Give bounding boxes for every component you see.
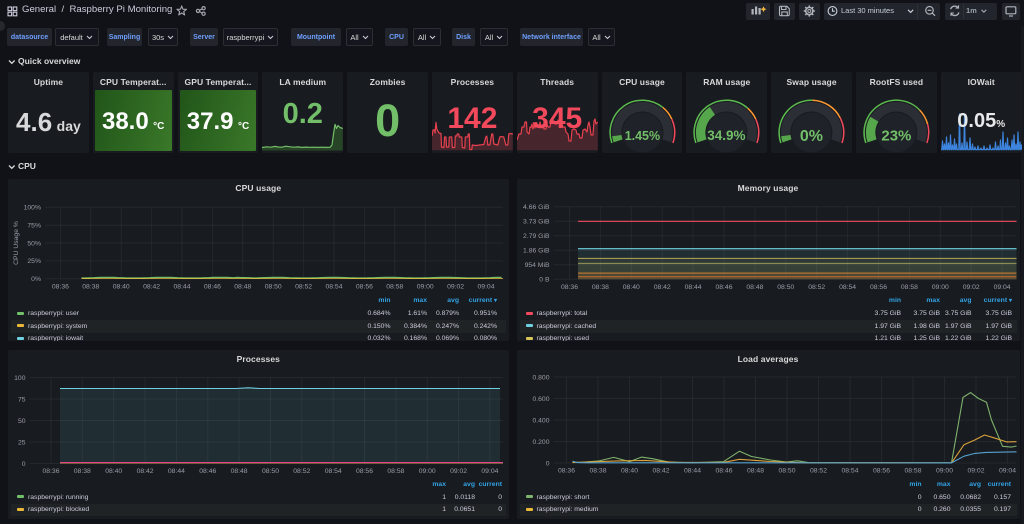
svg-text:1.45%: 1.45% — [624, 129, 659, 143]
svg-text:34.9%: 34.9% — [708, 129, 746, 144]
svg-text:23%: 23% — [881, 128, 911, 145]
svg-text:0%: 0% — [800, 128, 823, 145]
